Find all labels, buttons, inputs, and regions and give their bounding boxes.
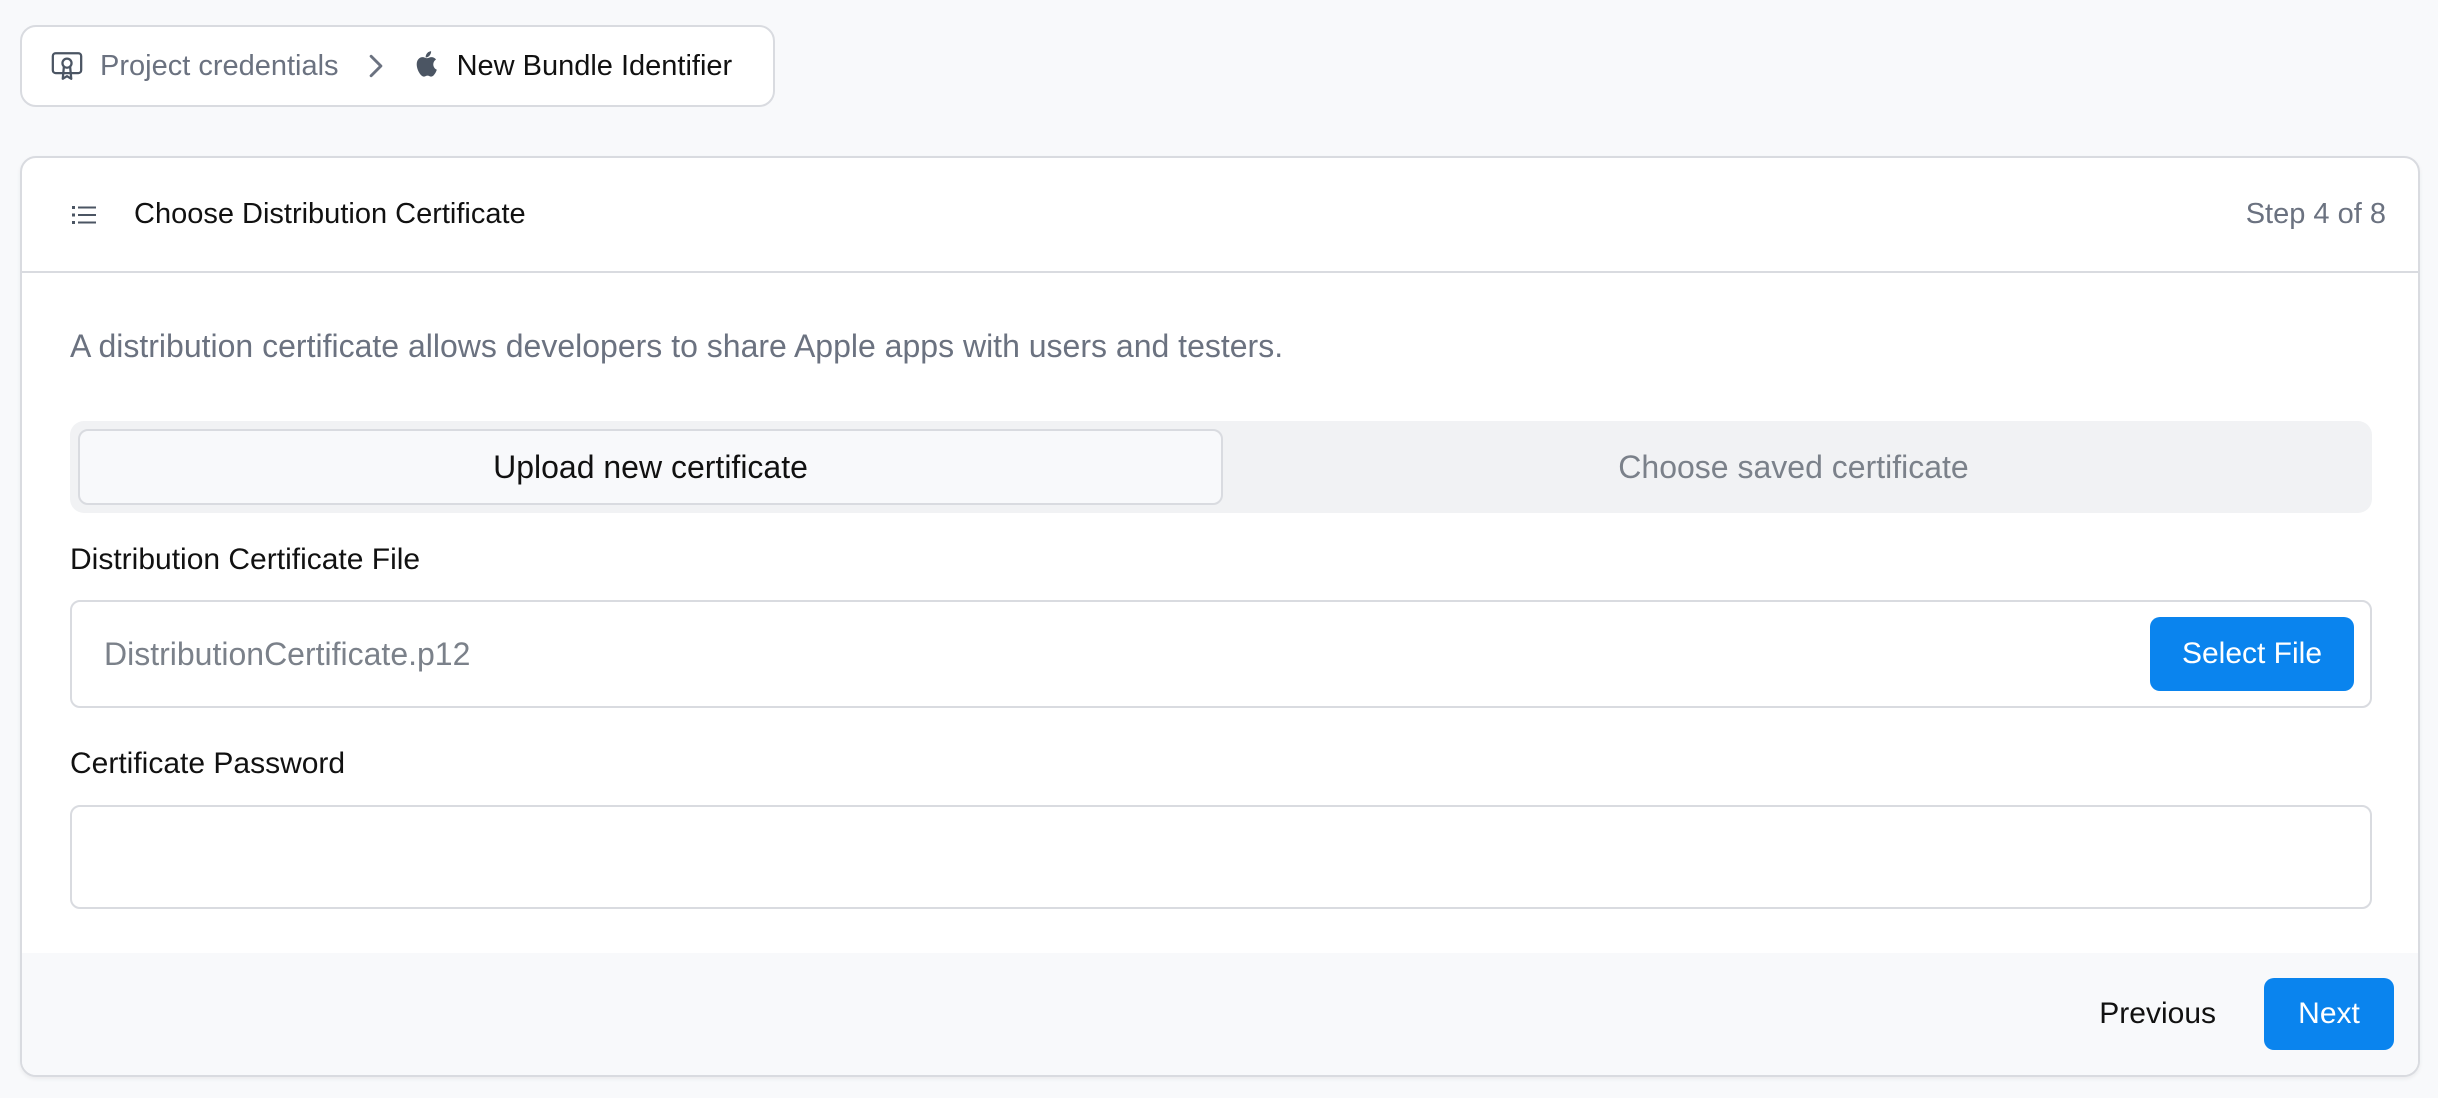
certificate-icon: [50, 49, 84, 83]
certificate-source-tabs: Upload new certificate Choose saved cert…: [70, 421, 2372, 513]
file-name: DistributionCertificate.p12: [104, 635, 471, 672]
breadcrumb-item-new-bundle-identifier[interactable]: New Bundle Identifier: [413, 49, 733, 83]
wizard-card: Choose Distribution Certificate Step 4 o…: [20, 156, 2420, 1077]
description: A distribution certificate allows develo…: [70, 328, 1284, 364]
breadcrumb-item-project-credentials[interactable]: Project credentials: [50, 49, 339, 83]
certificate-file-field[interactable]: DistributionCertificate.p12 Select File: [70, 600, 2372, 708]
file-field-label: Distribution Certificate File: [70, 543, 421, 576]
chevron-right-icon: [367, 53, 385, 79]
previous-button[interactable]: Previous: [2099, 997, 2216, 1031]
card-header: Choose Distribution Certificate Step 4 o…: [22, 158, 2418, 273]
card-footer: Previous Next: [22, 953, 2418, 1075]
tab-choose-saved-certificate[interactable]: Choose saved certificate: [1223, 429, 2364, 505]
breadcrumb-label: New Bundle Identifier: [456, 49, 733, 82]
apple-icon: [413, 50, 441, 82]
list-icon: [72, 204, 98, 226]
password-field-label: Certificate Password: [70, 747, 346, 780]
step-indicator: Step 4 of 8: [2245, 198, 2386, 230]
breadcrumb-label: Project credentials: [100, 49, 339, 82]
card-title: Choose Distribution Certificate: [134, 198, 526, 230]
tab-upload-new-certificate[interactable]: Upload new certificate: [78, 429, 1223, 505]
certificate-password-input[interactable]: [70, 805, 2372, 909]
next-button[interactable]: Next: [2264, 978, 2394, 1050]
breadcrumb: Project credentials New Bundle Identifie…: [20, 25, 775, 107]
select-file-button[interactable]: Select File: [2150, 617, 2354, 691]
